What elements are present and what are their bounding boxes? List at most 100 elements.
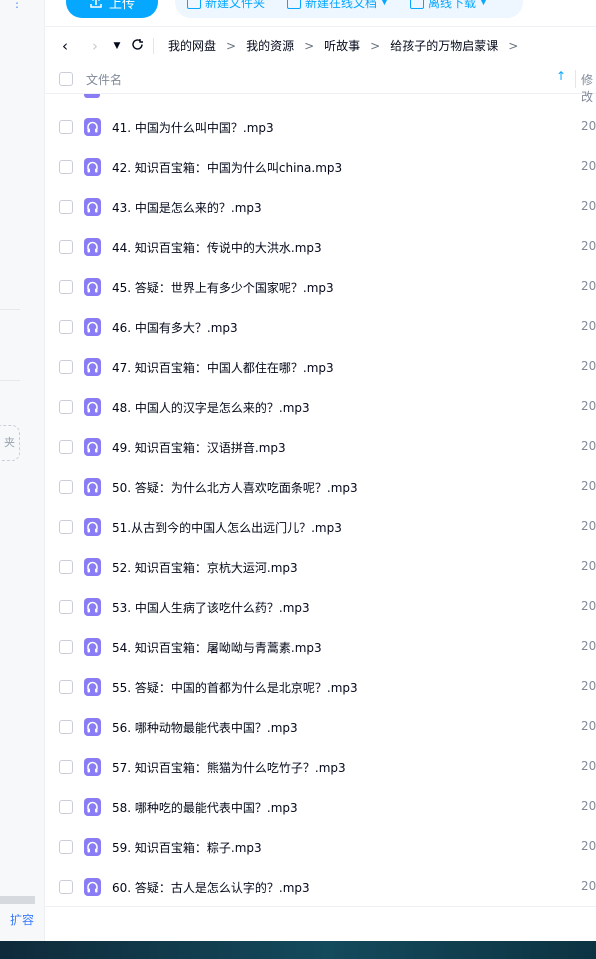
row-checkbox[interactable] xyxy=(59,200,73,214)
row-checkbox[interactable] xyxy=(59,280,73,294)
audio-file-icon xyxy=(84,278,101,296)
upload-icon xyxy=(90,0,102,8)
table-row[interactable]: 49. 知识百宝箱：汉语拼音.mp3 20 xyxy=(45,427,596,467)
table-row[interactable]: 48. 中国人的汉字是怎么来的？.mp3 20 xyxy=(45,387,596,427)
row-checkbox[interactable] xyxy=(59,520,73,534)
table-row[interactable]: 51.从古到今的中国人怎么出远门儿？.mp3 20 xyxy=(45,507,596,547)
new-online-doc-button[interactable]: 新建在线文档 ▼ xyxy=(287,0,388,11)
row-checkbox[interactable] xyxy=(59,160,73,174)
table-row[interactable]: 42. 知识百宝箱：中国为什么叫china.mp3 20 xyxy=(45,147,596,187)
file-name[interactable]: 43. 中国是怎么来的？.mp3 xyxy=(112,199,262,216)
row-checkbox[interactable] xyxy=(59,240,73,254)
table-row[interactable]: 55. 答疑：中国的首都为什么是北京呢？.mp3 20 xyxy=(45,667,596,707)
chevron-right-icon[interactable]: › xyxy=(85,37,105,55)
table-row[interactable]: 58. 哪种吃的最能代表中国？.mp3 20 xyxy=(45,787,596,827)
breadcrumb-item[interactable]: 我的资源 xyxy=(246,37,294,54)
file-name[interactable]: 55. 答疑：中国的首都为什么是北京呢？.mp3 xyxy=(112,679,358,696)
expand-storage-link[interactable]: 扩容 xyxy=(10,911,34,928)
audio-file-icon xyxy=(84,238,101,256)
row-checkbox[interactable] xyxy=(59,760,73,774)
refresh-icon[interactable] xyxy=(127,37,147,55)
file-modified-date: 20 xyxy=(581,199,596,213)
table-row[interactable]: 41. 中国为什么叫中国？.mp3 20 xyxy=(45,107,596,147)
table-row[interactable]: 50. 答疑：为什么北方人喜欢吃面条呢？.mp3 20 xyxy=(45,467,596,507)
file-name[interactable]: 48. 中国人的汉字是怎么来的？.mp3 xyxy=(112,399,310,416)
file-name[interactable]: 41. 中国为什么叫中国？.mp3 xyxy=(112,119,274,136)
caret-down-icon[interactable]: ▼ xyxy=(107,41,127,51)
arrow-up-icon[interactable]: ↑ xyxy=(556,69,566,83)
file-modified-date: 20 xyxy=(581,679,596,693)
tool-group: 新建文件夹 新建在线文档 ▼ 离线下载 ▼ xyxy=(175,0,523,18)
row-checkbox[interactable] xyxy=(59,360,73,374)
file-name[interactable]: 50. 答疑：为什么北方人喜欢吃面条呢？.mp3 xyxy=(112,479,358,496)
table-row[interactable]: 60. 答疑：古人是怎么认字的？.mp3 20 xyxy=(45,867,596,906)
row-checkbox[interactable] xyxy=(59,640,73,654)
row-checkbox[interactable] xyxy=(59,320,73,334)
desktop-taskbar xyxy=(0,941,596,959)
chevron-left-icon[interactable]: ‹ xyxy=(55,37,75,55)
breadcrumb-item[interactable]: 给孩子的万物启蒙课 xyxy=(390,37,498,54)
row-checkbox[interactable] xyxy=(59,480,73,494)
file-name[interactable]: 45. 答疑：世界上有多少个国家呢？.mp3 xyxy=(112,279,334,296)
row-checkbox[interactable] xyxy=(59,840,73,854)
file-modified-date: 20 xyxy=(581,759,596,773)
row-checkbox[interactable] xyxy=(59,440,73,454)
audio-file-icon xyxy=(84,718,101,736)
table-row[interactable]: 44. 知识百宝箱：传说中的大洪水.mp3 20 xyxy=(45,227,596,267)
audio-file-icon xyxy=(84,638,101,656)
row-checkbox[interactable] xyxy=(59,600,73,614)
file-name[interactable]: 59. 知识百宝箱：粽子.mp3 xyxy=(112,839,262,856)
column-divider[interactable] xyxy=(575,70,576,88)
divider xyxy=(153,37,154,54)
row-checkbox[interactable] xyxy=(59,680,73,694)
row-checkbox[interactable] xyxy=(59,120,73,134)
file-modified-date: 20 xyxy=(581,839,596,853)
table-row[interactable]: 43. 中国是怎么来的？.mp3 20 xyxy=(45,187,596,227)
file-name[interactable]: 42. 知识百宝箱：中国为什么叫china.mp3 xyxy=(112,159,342,176)
file-name[interactable]: 57. 知识百宝箱：熊猫为什么吃竹子？.mp3 xyxy=(112,759,346,776)
breadcrumb-bar: ‹ › ▼ 我的网盘 > 我的资源 > 听故事 > 给孩子的万物启蒙课 > xyxy=(45,26,596,64)
file-name[interactable]: 46. 中国有多大？.mp3 xyxy=(112,319,238,336)
select-all-checkbox[interactable] xyxy=(59,72,73,86)
more-icon[interactable]: ⋮ xyxy=(11,0,23,9)
table-row[interactable]: 57. 知识百宝箱：熊猫为什么吃竹子？.mp3 20 xyxy=(45,747,596,787)
table-row[interactable]: 47. 知识百宝箱：中国人都住在哪？.mp3 20 xyxy=(45,347,596,387)
offline-download-button[interactable]: 离线下载 ▼ xyxy=(409,0,487,11)
row-checkbox[interactable] xyxy=(59,880,73,894)
file-name[interactable]: 54. 知识百宝箱：屠呦呦与青蒿素.mp3 xyxy=(112,639,322,656)
file-name[interactable]: 56. 哪种动物最能代表中国？.mp3 xyxy=(112,719,298,736)
file-modified-date: 20 xyxy=(581,799,596,813)
table-row[interactable]: 52. 知识百宝箱：京杭大运河.mp3 20 xyxy=(45,547,596,587)
row-checkbox[interactable] xyxy=(59,720,73,734)
file-name[interactable]: 60. 答疑：古人是怎么认字的？.mp3 xyxy=(112,879,310,896)
sidebar-divider xyxy=(0,380,20,381)
file-name[interactable]: 53. 中国人生病了该吃什么药？.mp3 xyxy=(112,599,310,616)
sidebar-new-folder-button[interactable]: 夹 xyxy=(0,425,20,461)
table-row[interactable]: 59. 知识百宝箱：粽子.mp3 20 xyxy=(45,827,596,867)
upload-button[interactable]: 上传 xyxy=(66,0,158,18)
file-name[interactable]: 44. 知识百宝箱：传说中的大洪水.mp3 xyxy=(112,239,322,256)
audio-file-icon xyxy=(84,678,101,696)
toolbar: 上传 新建文件夹 新建在线文档 ▼ 离线下载 ▼ xyxy=(45,0,596,26)
breadcrumb-item[interactable]: 我的网盘 xyxy=(168,37,216,54)
new-folder-button[interactable]: 新建文件夹 xyxy=(187,0,265,11)
new-online-doc-label: 新建在线文档 xyxy=(305,0,378,10)
table-row[interactable]: 45. 答疑：世界上有多少个国家呢？.mp3 20 xyxy=(45,267,596,307)
row-checkbox[interactable] xyxy=(59,800,73,814)
breadcrumb-item[interactable]: 听故事 xyxy=(324,37,360,54)
column-header-name[interactable]: 文件名 xyxy=(86,71,122,88)
sidebar: ⋮ 夹 扩容 xyxy=(0,0,45,941)
table-row[interactable]: 46. 中国有多大？.mp3 20 xyxy=(45,307,596,347)
table-row[interactable]: 54. 知识百宝箱：屠呦呦与青蒿素.mp3 20 xyxy=(45,627,596,667)
file-name[interactable]: 49. 知识百宝箱：汉语拼音.mp3 xyxy=(112,439,286,456)
table-row[interactable]: 56. 哪种动物最能代表中国？.mp3 20 xyxy=(45,707,596,747)
file-name[interactable]: 51.从古到今的中国人怎么出远门儿？.mp3 xyxy=(112,519,342,536)
row-checkbox[interactable] xyxy=(59,400,73,414)
file-name[interactable]: 58. 哪种吃的最能代表中国？.mp3 xyxy=(112,799,298,816)
file-name[interactable]: 47. 知识百宝箱：中国人都住在哪？.mp3 xyxy=(112,359,334,376)
audio-file-icon xyxy=(84,878,101,896)
caret-down-icon: ▼ xyxy=(381,0,388,7)
row-checkbox[interactable] xyxy=(59,560,73,574)
file-name[interactable]: 52. 知识百宝箱：京杭大运河.mp3 xyxy=(112,559,298,576)
table-row[interactable]: 53. 中国人生病了该吃什么药？.mp3 20 xyxy=(45,587,596,627)
